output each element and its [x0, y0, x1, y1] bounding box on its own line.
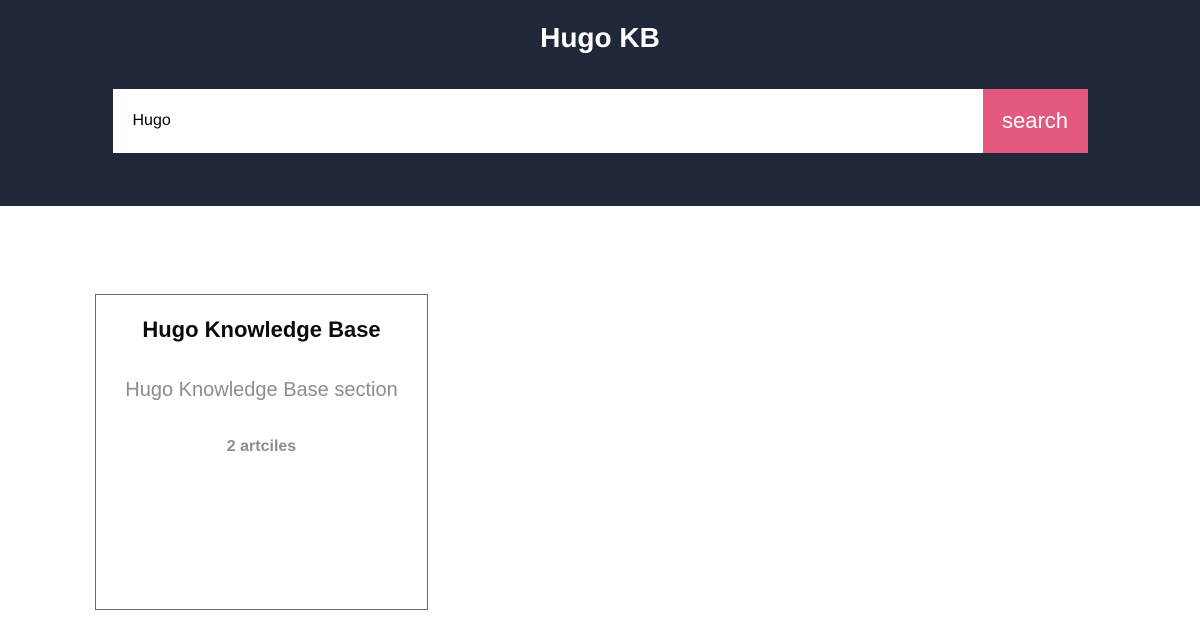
search-button[interactable]: search [983, 89, 1088, 153]
site-title: Hugo KB [540, 22, 660, 54]
search-bar: search [113, 89, 1088, 153]
card-article-count: 2 artciles [116, 438, 407, 456]
header: Hugo KB search [0, 0, 1200, 206]
card-description: Hugo Knowledge Base section [116, 379, 407, 402]
content-area: Hugo Knowledge Base Hugo Knowledge Base … [0, 206, 1200, 610]
search-input[interactable] [113, 89, 983, 153]
kb-card[interactable]: Hugo Knowledge Base Hugo Knowledge Base … [95, 294, 428, 610]
card-title: Hugo Knowledge Base [116, 317, 407, 343]
